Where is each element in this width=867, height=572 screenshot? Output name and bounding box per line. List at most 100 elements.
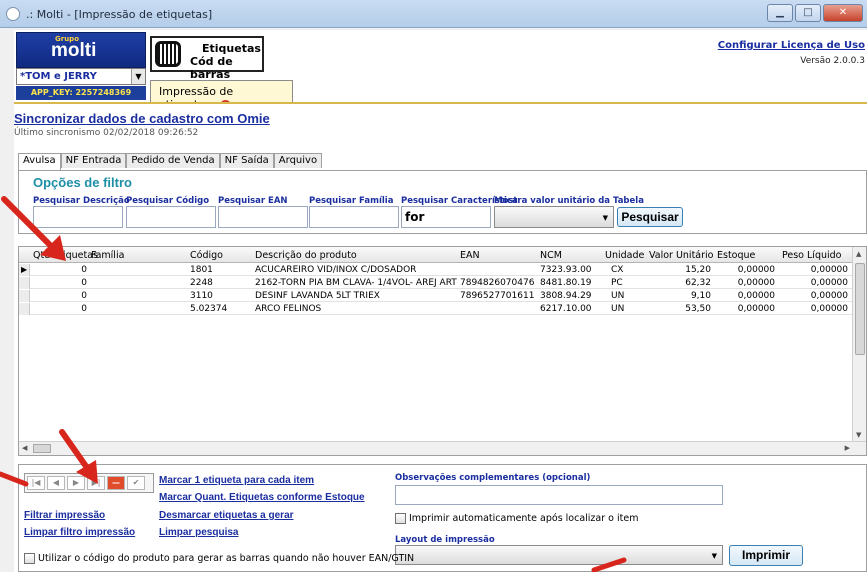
maximize-button[interactable]: □ [795, 4, 821, 22]
cell-qtd[interactable]: 0 [33, 290, 87, 302]
cell-ncm: 7323.93.00 [540, 265, 592, 275]
col-codigo[interactable]: Código [190, 250, 223, 261]
cell-unidade: UN [611, 304, 625, 314]
sync-link[interactable]: Sincronizar dados de cadastro com Omie [14, 111, 270, 126]
table-row[interactable]: ▶ 0 1801 ACUCAREIRO VID/INOX C/DOSADOR 7… [19, 264, 853, 276]
layout-select[interactable]: ▼ [395, 545, 723, 565]
row-selector[interactable] [19, 290, 30, 302]
col-qtd-etiquetas[interactable]: Qtd Etiquetas [33, 250, 98, 261]
col-valor-unitario[interactable]: Valor Unitário [649, 250, 713, 261]
limpar-pesquisa-link[interactable]: Limpar pesquisa [159, 527, 238, 538]
scroll-right-icon[interactable]: ▶ [845, 444, 850, 452]
checkbox-icon[interactable] [395, 513, 406, 524]
codigo-input[interactable] [126, 206, 216, 228]
tab-avulsa[interactable]: Avulsa [18, 153, 61, 170]
cell-peso: 0,00000 [810, 278, 848, 288]
col-peso-liquido[interactable]: Peso Líquido [782, 250, 841, 261]
close-button[interactable]: ✕ [823, 4, 863, 22]
tab-pedido-venda[interactable]: Pedido de Venda [126, 153, 220, 168]
table-row[interactable]: 0 3110 DESINF LAVANDA 5LT TRIEX 78965277… [19, 290, 853, 302]
obs-input[interactable] [395, 485, 723, 505]
cell-valor: 53,50 [685, 304, 711, 314]
filtrar-impressao-link[interactable]: Filtrar impressão [24, 510, 105, 521]
cell-peso: 0,00000 [810, 304, 848, 314]
cell-descricao: 2162-TORN PIA BM CLAVA- 1/4VOL- AREJ ART… [255, 278, 457, 288]
next-record-button[interactable]: ▶ [67, 476, 85, 490]
row-selector[interactable]: ▶ [19, 264, 30, 276]
col-familia[interactable]: Família [91, 250, 124, 261]
limpar-filtro-link[interactable]: Limpar filtro impressão [24, 527, 135, 538]
col-ean[interactable]: EAN [460, 250, 480, 261]
cell-peso: 0,00000 [810, 291, 848, 301]
tab-impressao-etiquetas[interactable]: Impressão de etiquetas ✕ [150, 80, 293, 111]
grid-vertical-scrollbar[interactable]: ▲ ▼ [852, 247, 866, 442]
chevron-down-icon: ▼ [711, 552, 717, 560]
descricao-input[interactable] [33, 206, 123, 228]
version-label: Versão 2.0.0.3 [800, 56, 865, 66]
license-link[interactable]: Configurar Licença de Uso [718, 40, 865, 51]
cell-ncm: 8481.80.19 [540, 278, 592, 288]
ean-input[interactable] [218, 206, 308, 228]
checkbox-icon[interactable] [24, 553, 35, 564]
col-estoque[interactable]: Estoque [717, 250, 755, 261]
horizontal-scroll-thumb[interactable] [33, 444, 51, 453]
table-row[interactable]: 0 2248 2162-TORN PIA BM CLAVA- 1/4VOL- A… [19, 277, 853, 289]
caracteristica-input[interactable]: for [401, 206, 491, 228]
first-record-button[interactable]: |◀ [27, 476, 45, 490]
cell-qtd[interactable]: 0 [33, 277, 87, 289]
grid-horizontal-scrollbar[interactable]: ◀ ▶ [19, 441, 866, 455]
confirm-record-button[interactable]: ✔ [127, 476, 145, 490]
search-button[interactable]: Pesquisar [617, 207, 683, 227]
scroll-down-icon[interactable]: ▼ [856, 431, 861, 439]
cell-peso: 0,00000 [810, 265, 848, 275]
col-descricao[interactable]: Descrição do produto [255, 250, 357, 261]
col-ncm[interactable]: NCM [540, 250, 562, 261]
cell-codigo: 3110 [190, 291, 213, 301]
minimize-button[interactable]: ▁ [767, 4, 793, 22]
chevron-down-icon: ▼ [602, 214, 608, 222]
row-selector[interactable] [19, 277, 30, 289]
company-select[interactable]: *TOM e JERRY ▼ [16, 68, 146, 85]
cell-ncm: 6217.10.00 [540, 304, 592, 314]
cell-qtd[interactable]: 0 [33, 264, 87, 276]
window-title: .: Molti - [Impressão de etiquetas] [26, 8, 213, 21]
tab-arquivo[interactable]: Arquivo [273, 153, 323, 168]
cell-codigo: 1801 [190, 265, 213, 275]
row-selector[interactable] [19, 303, 30, 315]
auto-print-checkbox[interactable]: Imprimir automaticamente após localizar … [395, 513, 638, 524]
marcar-etiqueta-link[interactable]: Marcar 1 etiqueta para cada item [159, 475, 314, 486]
cell-unidade: CX [611, 265, 624, 275]
cell-estoque: 0,00000 [737, 291, 775, 301]
scroll-left-icon[interactable]: ◀ [22, 444, 27, 452]
use-product-code-checkbox[interactable]: Utilizar o código do produto para gerar … [24, 553, 414, 564]
main-panel: Sincronizar dados de cadastro com Omie Ú… [14, 104, 867, 572]
cell-estoque: 0,00000 [737, 304, 775, 314]
barcode-icon [155, 41, 181, 67]
table-row[interactable]: 0 5.02374 ARCO FELINOS 6217.10.00 UN 53,… [19, 303, 853, 315]
cell-valor: 62,32 [685, 278, 711, 288]
delete-record-button[interactable]: — [107, 476, 125, 490]
cell-descricao: ARCO FELINOS [255, 304, 322, 314]
cell-codigo: 5.02374 [190, 304, 228, 314]
cell-descricao: DESINF LAVANDA 5LT TRIEX [255, 291, 380, 301]
barcode-labels-module-button[interactable]: Etiquetas Cód de barras [150, 36, 264, 81]
chevron-down-icon[interactable]: ▼ [131, 69, 145, 84]
cell-unidade: UN [611, 291, 625, 301]
marcar-estoque-link[interactable]: Marcar Quant. Etiquetas conforme Estoque [159, 492, 365, 503]
grid-navigator: |◀ ◀ ▶ ▶| — ✔ [24, 473, 154, 493]
tab-nf-entrada[interactable]: NF Entrada [60, 153, 127, 168]
cell-estoque: 0,00000 [737, 278, 775, 288]
cell-valor: 9,10 [690, 291, 711, 301]
print-button[interactable]: Imprimir [729, 545, 803, 566]
last-record-button[interactable]: ▶| [87, 476, 105, 490]
col-unidade[interactable]: Unidade [605, 250, 644, 261]
cell-qtd[interactable]: 0 [33, 303, 87, 315]
valor-tabela-select[interactable]: ▼ [494, 206, 614, 228]
prev-record-button[interactable]: ◀ [47, 476, 65, 490]
desmarcar-etiquetas-link[interactable]: Desmarcar etiquetas a gerar [159, 510, 294, 521]
app-icon [6, 7, 20, 21]
vertical-scroll-thumb[interactable] [855, 263, 865, 355]
familia-input[interactable] [309, 206, 399, 228]
scroll-up-icon[interactable]: ▲ [856, 250, 861, 258]
tab-nf-saida[interactable]: NF Saída [219, 153, 274, 168]
